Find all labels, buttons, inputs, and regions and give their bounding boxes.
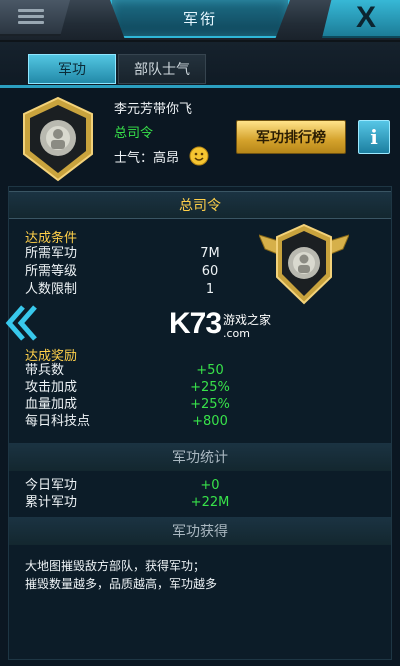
- page-title: 军衔: [182, 9, 217, 28]
- reward-value: +25%: [190, 397, 230, 412]
- close-button[interactable]: X: [322, 0, 400, 38]
- info-button[interactable]: i: [358, 120, 390, 154]
- ranking-button[interactable]: 军功排行榜: [236, 120, 346, 154]
- menu-icon: [18, 9, 44, 27]
- close-icon: X: [355, 1, 376, 34]
- watermark-site-en: .com: [223, 327, 250, 340]
- reward-label: 血量加成: [25, 397, 78, 412]
- watermark: K73 游戏之家 .com: [169, 307, 289, 347]
- condition-value: 7M: [200, 246, 220, 261]
- watermark-brand: K73: [169, 307, 222, 340]
- obtain-description-line: 大地图摧毁敌方部队，获得军功；: [25, 559, 206, 573]
- morale-status: 士气：高昂: [114, 146, 209, 166]
- player-rank: 总司令: [114, 126, 154, 141]
- rank-badge-large-icon: [259, 223, 349, 305]
- menu-button[interactable]: [0, 0, 70, 36]
- rank-detail-panel: 总司令 达成条件 所需军功 7M 所需等级 60 人数限制 1 K73 游戏之家…: [5, 186, 392, 660]
- rank-section-title: 总司令: [9, 191, 391, 219]
- condition-value: 60: [201, 264, 219, 279]
- reward-value: +800: [192, 414, 228, 429]
- watermark-site-cn: 游戏之家: [223, 313, 272, 327]
- stats-value: +0: [200, 478, 220, 493]
- stats-label: 今日军功: [25, 478, 78, 493]
- back-arrow-icon[interactable]: [5, 303, 39, 343]
- obtain-section-title: 军功获得: [9, 517, 391, 545]
- tab-military-merit[interactable]: 军功: [28, 54, 116, 84]
- top-bar: 军衔 X: [0, 0, 400, 42]
- smile-icon: [189, 146, 209, 166]
- morale-label: 士气：高昂: [114, 150, 180, 166]
- title-plate: 军衔: [110, 0, 290, 38]
- reward-value: +50: [196, 363, 224, 378]
- stats-section-title: 军功统计: [9, 443, 391, 471]
- condition-label: 所需等级: [25, 264, 78, 279]
- reward-label: 每日科技点: [25, 414, 91, 429]
- tab-bar: 军功 部队士气: [0, 42, 400, 88]
- reward-value: +25%: [190, 380, 230, 395]
- condition-value: 1: [205, 282, 215, 297]
- obtain-description-line: 摧毁数量越多，品质越高，军功越多: [25, 577, 218, 591]
- stats-label: 累计军功: [25, 495, 78, 510]
- player-name: 李元芳带你飞: [114, 102, 193, 117]
- conditions-title: 达成条件: [25, 231, 78, 246]
- rank-badge-icon: [23, 96, 93, 182]
- reward-label: 攻击加成: [25, 380, 78, 395]
- condition-label: 所需军功: [25, 246, 78, 261]
- info-icon: i: [370, 125, 378, 149]
- stats-value: +22M: [190, 495, 230, 510]
- player-header: 李元芳带你飞 总司令 士气：高昂 军功排行榜 i: [0, 88, 400, 184]
- tab-troop-morale[interactable]: 部队士气: [118, 54, 206, 84]
- condition-label: 人数限制: [25, 282, 78, 297]
- reward-label: 带兵数: [25, 363, 65, 378]
